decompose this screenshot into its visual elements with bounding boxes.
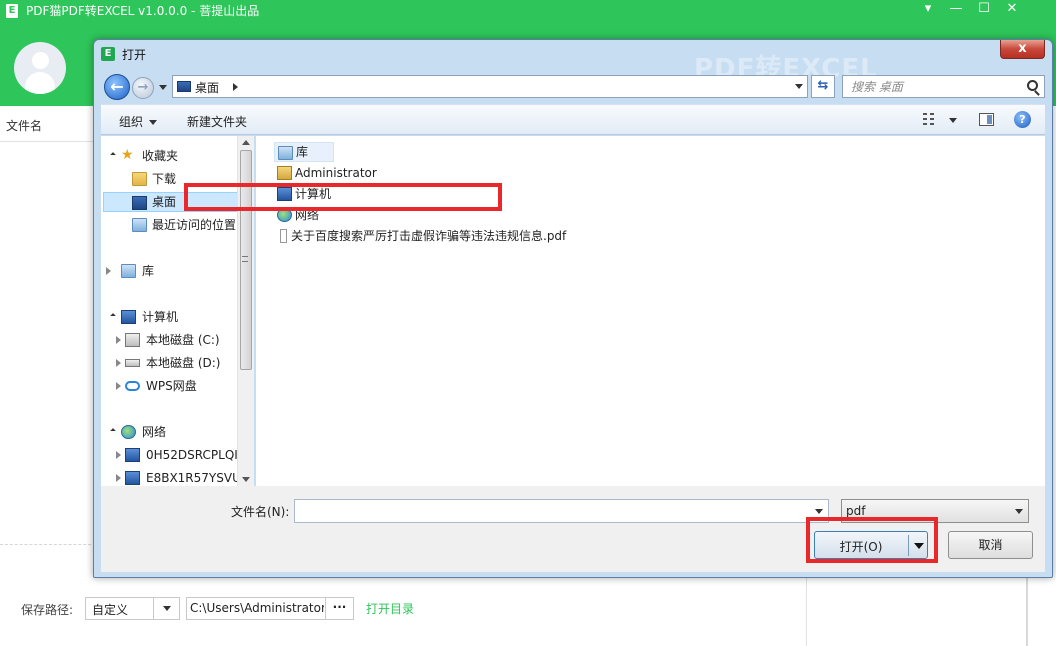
library-icon	[121, 264, 136, 278]
user-folder-icon	[277, 166, 292, 180]
filename-label: 文件名(N):	[231, 505, 290, 519]
computer-icon	[125, 471, 140, 485]
nav-drive-c[interactable]: 本地磁盘 (C:)	[101, 330, 241, 350]
collapse-icon[interactable]	[116, 451, 121, 459]
pdf-file-icon	[280, 229, 287, 243]
nav-computer[interactable]: 计算机	[101, 307, 241, 327]
filename-dropdown-icon[interactable]	[815, 509, 823, 514]
save-mode-value: 自定义	[92, 603, 129, 617]
save-path-field[interactable]: C:\Users\Administrator ···	[186, 597, 354, 620]
drive-icon	[125, 359, 140, 367]
column-header-label: 文件名	[6, 119, 43, 133]
system-drive-icon	[125, 333, 140, 347]
chevron-down-icon	[163, 606, 171, 611]
refresh-button[interactable]: ⇆	[811, 75, 835, 98]
nav-favorites[interactable]: ★ 收藏夹	[101, 146, 241, 166]
cloud-icon	[125, 381, 140, 391]
history-dropdown-icon[interactable]	[159, 85, 167, 90]
search-icon[interactable]	[1027, 80, 1038, 91]
settings-dropdown-icon[interactable]: ▾	[914, 0, 942, 20]
maximize-icon[interactable]: ☐	[970, 0, 998, 20]
help-icon[interactable]: ?	[1014, 111, 1031, 128]
downloads-folder-icon	[132, 172, 147, 186]
collapse-icon[interactable]	[116, 382, 121, 390]
save-path-value: C:\Users\Administrator	[190, 601, 324, 615]
avatar[interactable]	[14, 42, 66, 94]
nav-network-host[interactable]: 0H52DSRCPLQI	[101, 445, 241, 465]
filename-field[interactable]	[294, 499, 829, 523]
collapse-icon[interactable]	[116, 474, 121, 482]
new-folder-button[interactable]: 新建文件夹	[187, 113, 247, 130]
desktop-icon	[177, 81, 191, 92]
nav-drive-d[interactable]: 本地磁盘 (D:)	[101, 353, 241, 373]
dialog-close-button[interactable]: x	[1000, 40, 1045, 59]
app-titlebar: E PDF猫PDF转EXCEL v1.0.0.0 - 菩提山出品 ▾ — ☐ ✕	[0, 0, 1056, 22]
cancel-button[interactable]: 取消	[948, 531, 1033, 559]
minimize-icon[interactable]: —	[942, 0, 970, 20]
nav-network-host[interactable]: E8BX1R57YSVU	[101, 468, 241, 486]
nav-network[interactable]: 网络	[101, 422, 241, 442]
scroll-down-icon[interactable]	[242, 477, 250, 482]
computer-icon	[125, 448, 140, 462]
search-input[interactable]	[843, 76, 1023, 97]
pdf-file-item[interactable]: 关于百度搜索严厉打击虚假诈骗等违法违规信息.pdf	[280, 226, 580, 246]
dialog-title: 打开	[122, 48, 147, 62]
divider	[0, 544, 96, 545]
library-icon	[278, 146, 293, 160]
close-icon[interactable]: ✕	[998, 0, 1026, 20]
collapse-icon[interactable]	[116, 359, 121, 367]
filename-input[interactable]	[295, 500, 805, 522]
address-dropdown-icon[interactable]	[795, 84, 803, 89]
recent-places-icon	[132, 218, 147, 232]
preview-pane-icon[interactable]	[979, 113, 994, 126]
dialog-titlebar[interactable]: E 打开 PDF转EXCEL x	[94, 40, 1052, 84]
desktop-icon	[132, 196, 147, 210]
annotation-highlight-file	[184, 183, 502, 211]
command-toolbar: 组织 新建文件夹 ?	[101, 104, 1045, 135]
open-directory-link[interactable]: 打开目录	[366, 600, 414, 617]
browse-button[interactable]: ···	[325, 598, 353, 619]
dialog-app-icon: E	[101, 47, 115, 61]
breadcrumb-arrow-icon[interactable]	[233, 83, 238, 91]
back-button[interactable]: ←	[104, 74, 130, 100]
favorites-star-icon: ★	[121, 147, 134, 163]
expand-icon[interactable]	[110, 152, 116, 158]
filetype-value: pdf	[846, 504, 866, 518]
nav-recent-places[interactable]: 最近访问的位置	[101, 215, 241, 235]
scroll-up-icon[interactable]	[242, 140, 250, 145]
collapse-icon[interactable]	[116, 336, 121, 344]
computer-icon	[121, 310, 136, 324]
chevron-down-icon	[1015, 509, 1023, 514]
collapse-icon[interactable]	[106, 267, 111, 275]
list-item[interactable]: Administrator	[274, 163, 394, 183]
nav-libraries[interactable]: 库	[101, 261, 241, 281]
app-title: PDF猫PDF转EXCEL v1.0.0.0 - 菩提山出品	[26, 4, 260, 18]
view-dropdown-icon[interactable]	[949, 118, 957, 123]
forward-button[interactable]: →	[132, 77, 154, 99]
file-column-header: 文件名	[0, 106, 96, 142]
address-bar[interactable]: 桌面	[172, 75, 808, 98]
app-logo-icon: E	[6, 4, 18, 18]
view-options-icon[interactable]	[923, 113, 937, 125]
search-box[interactable]	[842, 75, 1045, 98]
expand-icon[interactable]	[110, 428, 116, 434]
list-item[interactable]: 库	[274, 142, 334, 162]
expand-icon[interactable]	[110, 313, 116, 319]
save-mode-select[interactable]: 自定义	[85, 597, 180, 620]
app-footer: 保存路径: 自定义 C:\Users\Administrator ··· 打开目…	[0, 578, 1056, 646]
address-value: 桌面	[195, 81, 220, 95]
chevron-down-icon	[149, 120, 158, 125]
open-file-dialog: E 打开 PDF转EXCEL x ← → 桌面 ⇆ 组织 新建文件夹 ? ★	[93, 39, 1053, 578]
annotation-highlight-open-button	[806, 517, 938, 563]
save-path-label: 保存路径:	[21, 603, 74, 617]
nav-wps-cloud[interactable]: WPS网盘	[101, 376, 241, 396]
network-icon	[121, 425, 136, 439]
organize-button[interactable]: 组织	[119, 113, 158, 130]
